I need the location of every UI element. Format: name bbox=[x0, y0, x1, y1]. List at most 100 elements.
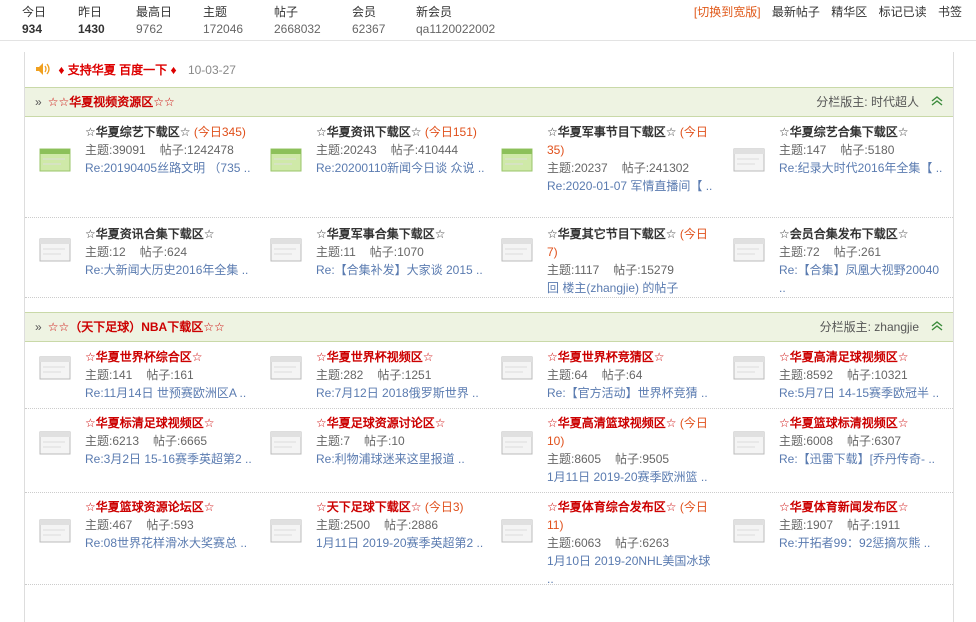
forum-name-link[interactable]: ☆华夏世界杯竞猜区☆ bbox=[547, 350, 665, 364]
last-post-link[interactable]: Re:利物浦球迷来这里报道 .. bbox=[316, 450, 486, 468]
moderator-label: 分栏版主: bbox=[816, 95, 868, 109]
topic-count: 主题:147 bbox=[779, 143, 827, 157]
forum-counts: 主题:6063 帖子:6263 bbox=[547, 534, 717, 552]
new-member-link[interactable]: qa1120022002 bbox=[416, 21, 495, 38]
last-post-link[interactable]: Re:2020-01-07 军情直播间【 .. bbox=[547, 177, 717, 195]
forum-counts: 主题:64 帖子:64 bbox=[547, 366, 717, 384]
moderator-label: 分栏版主: bbox=[819, 320, 871, 334]
forum-info: ☆华夏足球资源讨论区☆ 主题:7 帖子:10 Re:利物浦球迷来这里报道 .. bbox=[316, 414, 486, 468]
last-post-link[interactable]: Re:【迅雷下载】[乔丹传奇- .. bbox=[779, 450, 949, 468]
forum-counts: 主题:1117 帖子:15279 bbox=[547, 261, 717, 279]
forum-name-link[interactable]: ☆华夏篮球资源论坛区☆ bbox=[85, 500, 215, 514]
forum-name-link[interactable]: ☆华夏体育新闻发布区☆ bbox=[779, 500, 909, 514]
forum-title-line: ☆华夏世界杯综合区☆ bbox=[85, 348, 255, 366]
forum-cell: ☆华夏篮球标清视频区☆ 主题:6008 帖子:6307 Re:【迅雷下载】[乔丹传奇-… bbox=[719, 408, 951, 492]
forum-name-link[interactable]: ☆华夏世界杯视频区☆ bbox=[316, 350, 434, 364]
forum-list: ♦ 支持华夏 百度一下 ♦ 10-03-27 » ☆☆华夏视频资源区☆☆ 分栏版主:… bbox=[24, 52, 954, 622]
announcement-date: 10-03-27 bbox=[187, 63, 236, 77]
forum-counts: 主题:39091 帖子:1242478 bbox=[85, 141, 255, 159]
category-title[interactable]: » ☆☆（天下足球）NBA下载区☆☆ bbox=[35, 319, 225, 335]
bookmark-link[interactable]: 书签 bbox=[938, 5, 962, 19]
digest-link[interactable]: 精华区 bbox=[831, 5, 867, 19]
stat-yesterday: 昨日 1430 bbox=[78, 4, 105, 38]
forum-no-new-icon bbox=[501, 238, 533, 262]
post-count: 帖子:15279 bbox=[613, 263, 674, 277]
last-post-link[interactable]: 1月10日 2019-20NHL美国冰球 .. bbox=[547, 552, 717, 588]
forum-name-link[interactable]: ☆华夏军事节目下载区☆ bbox=[547, 125, 677, 139]
forum-name-link[interactable]: ☆华夏体育综合发布区☆ bbox=[547, 500, 677, 514]
post-count: 帖子:161 bbox=[146, 368, 194, 382]
last-post-link[interactable]: Re:【合集补发】大家谈 2015 .. bbox=[316, 261, 486, 279]
topic-count: 主题:39091 bbox=[85, 143, 146, 157]
forum-name-link[interactable]: ☆华夏军事合集下载区☆ bbox=[316, 227, 446, 241]
forum-cell: ☆华夏足球资源讨论区☆ 主题:7 帖子:10 Re:利物浦球迷来这里报道 .. bbox=[256, 408, 488, 492]
post-count: 帖子:261 bbox=[833, 245, 882, 259]
last-post-link[interactable]: Re:大新闻大历史2016年全集 .. bbox=[85, 261, 255, 279]
post-count: 帖子:241302 bbox=[621, 161, 690, 175]
last-post-link[interactable]: 1月11日 2019-20赛季英超第2 .. bbox=[316, 534, 486, 552]
forum-title-line: ☆华夏军事合集下载区☆ bbox=[316, 225, 486, 243]
last-post-link[interactable]: Re:【合集】凤凰大视野20040 .. bbox=[779, 261, 949, 297]
forum-no-new-icon bbox=[733, 356, 765, 380]
forum-cell: ☆华夏标清足球视频区☆ 主题:6213 帖子:6665 Re:3月2日 15-16赛季… bbox=[25, 408, 257, 492]
forum-info: ☆华夏世界杯综合区☆ 主题:141 帖子:161 Re:11月14日 世预赛欧洲区A … bbox=[85, 348, 255, 402]
forum-name-link[interactable]: ☆会员合集发布下载区☆ bbox=[779, 227, 909, 241]
last-post-link[interactable]: Re:【官方活动】世界杯竞猜 .. bbox=[547, 384, 717, 402]
post-count: 帖子:2886 bbox=[384, 518, 439, 532]
forum-name-link[interactable]: ☆华夏资讯下载区☆ bbox=[316, 125, 422, 139]
forum-name-link[interactable]: ☆华夏综艺下载区☆ bbox=[85, 125, 191, 139]
forum-no-new-icon bbox=[733, 431, 765, 455]
topic-count: 主题:11 bbox=[316, 245, 356, 259]
switch-wide-link[interactable]: [切换到宽版] bbox=[694, 5, 761, 19]
forum-name-link[interactable]: ☆天下足球下载区☆ bbox=[316, 500, 422, 514]
stat-value: 172046 bbox=[203, 22, 244, 36]
forum-name-link[interactable]: ☆华夏篮球标清视频区☆ bbox=[779, 416, 909, 430]
forum-title-line: ☆华夏军事节目下载区☆ (今日35) bbox=[547, 123, 717, 159]
today-count: (今日151) bbox=[424, 125, 477, 139]
top-links: [切换到宽版] 最新帖子 精华区 标记已读 书签 bbox=[686, 4, 962, 21]
last-post-link[interactable]: 1月11日 2019-20赛季欧洲篮 .. bbox=[547, 468, 717, 486]
moderator-link[interactable]: 时代超人 bbox=[871, 95, 919, 109]
topic-count: 主题:2500 bbox=[316, 518, 371, 532]
post-count: 帖子:593 bbox=[146, 518, 194, 532]
forum-name-link[interactable]: ☆华夏资讯合集下载区☆ bbox=[85, 227, 215, 241]
announcement-link[interactable]: ♦ 支持华夏 百度一下 ♦ bbox=[58, 63, 176, 77]
topic-count: 主题:72 bbox=[779, 245, 820, 259]
last-post-link[interactable]: Re:11月14日 世预赛欧洲区A .. bbox=[85, 384, 255, 402]
forum-name-link[interactable]: ☆华夏综艺合集下载区☆ bbox=[779, 125, 909, 139]
last-post-link[interactable]: Re:08世界花样滑冰大奖赛总 .. bbox=[85, 534, 255, 552]
topic-count: 主题:6063 bbox=[547, 536, 602, 550]
forum-info: ☆天下足球下载区☆ (今日3) 主题:2500 帖子:2886 1月11日 2019-… bbox=[316, 498, 486, 552]
mark-read-link[interactable]: 标记已读 bbox=[879, 5, 927, 19]
topic-count: 主题:467 bbox=[85, 518, 133, 532]
topic-count: 主题:20243 bbox=[316, 143, 377, 157]
last-post-link[interactable]: Re:7月12日 2018俄罗斯世界 .. bbox=[316, 384, 486, 402]
forum-info: ☆华夏世界杯竞猜区☆ 主题:64 帖子:64 Re:【官方活动】世界杯竞猜 .. bbox=[547, 348, 717, 402]
forum-info: ☆华夏体育综合发布区☆ (今日11) 主题:6063 帖子:6263 1月10日 20… bbox=[547, 498, 717, 588]
last-post-link[interactable]: Re:20190405丝路文明 （735 .. bbox=[85, 159, 255, 177]
forum-name-link[interactable]: ☆华夏高清篮球视频区☆ bbox=[547, 416, 677, 430]
forum-name-link[interactable]: ☆华夏高清足球视频区☆ bbox=[779, 350, 909, 364]
topic-count: 主题:6213 bbox=[85, 434, 140, 448]
latest-posts-link[interactable]: 最新帖子 bbox=[772, 5, 820, 19]
moderator-link[interactable]: zhangjie bbox=[874, 320, 919, 334]
forum-no-new-icon bbox=[270, 431, 302, 455]
last-post-link[interactable]: Re:5月7日 14-15赛季欧冠半 .. bbox=[779, 384, 949, 402]
forum-name-link[interactable]: ☆华夏世界杯综合区☆ bbox=[85, 350, 203, 364]
last-post-link[interactable]: Re:纪录大时代2016年全集【 .. bbox=[779, 159, 949, 177]
forum-no-new-icon bbox=[39, 356, 71, 380]
forum-name-link[interactable]: ☆华夏其它节目下载区☆ bbox=[547, 227, 677, 241]
category-title[interactable]: » ☆☆华夏视频资源区☆☆ bbox=[35, 94, 175, 110]
forum-name-link[interactable]: ☆华夏标清足球视频区☆ bbox=[85, 416, 215, 430]
last-post-link[interactable]: 回 楼主(zhangjie) 的帖子 bbox=[547, 279, 717, 297]
last-post-link[interactable]: Re:开拓者99：92惩摘灰熊 .. bbox=[779, 534, 949, 552]
forum-info: ☆会员合集发布下载区☆ 主题:72 帖子:261 Re:【合集】凤凰大视野20040 … bbox=[779, 225, 949, 297]
forum-cell: ☆华夏资讯合集下载区☆ 主题:12 帖子:624 Re:大新闻大历史2016年全集 .… bbox=[25, 217, 257, 297]
last-post-link[interactable]: Re:3月2日 15-16赛季英超第2 .. bbox=[85, 450, 255, 468]
forum-no-new-icon bbox=[733, 238, 765, 262]
forum-no-new-icon bbox=[501, 356, 533, 380]
collapse-icon[interactable] bbox=[931, 320, 943, 332]
collapse-icon[interactable] bbox=[931, 95, 943, 107]
last-post-link[interactable]: Re:20200110新闻今日谈 众说 .. bbox=[316, 159, 486, 177]
forum-name-link[interactable]: ☆华夏足球资源讨论区☆ bbox=[316, 416, 446, 430]
